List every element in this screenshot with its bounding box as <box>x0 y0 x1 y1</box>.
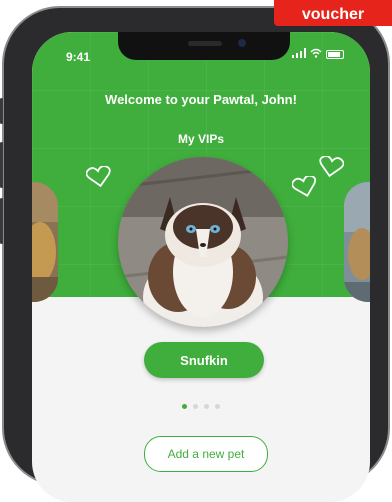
phone-frame: 9:41 Welcome to your Pawtal, John! My VI… <box>0 6 390 502</box>
next-pet-photo[interactable] <box>344 182 370 302</box>
page-dot[interactable] <box>215 404 220 409</box>
heart-outline-icon <box>318 155 345 183</box>
mute-switch <box>0 98 3 124</box>
notch <box>118 32 290 60</box>
pet-name-button[interactable]: Snufkin <box>144 342 264 378</box>
prev-pet-photo[interactable] <box>32 182 58 302</box>
pagination-dots <box>32 404 370 409</box>
signal-icon <box>292 48 306 61</box>
app-screen: 9:41 Welcome to your Pawtal, John! My VI… <box>32 32 370 502</box>
page-dot[interactable] <box>193 404 198 409</box>
volume-down-button <box>0 198 3 244</box>
page-dot[interactable] <box>204 404 209 409</box>
welcome-title: Welcome to your Pawtal, John! <box>105 92 297 107</box>
front-camera <box>238 39 246 47</box>
battery-icon <box>326 50 344 59</box>
status-icons <box>292 48 344 61</box>
status-time: 9:41 <box>66 50 91 64</box>
section-title: My VIPs <box>177 132 225 146</box>
add-pet-button[interactable]: Add a new pet <box>144 436 268 472</box>
volume-up-button <box>0 142 3 188</box>
heart-outline-icon <box>291 174 318 203</box>
page-dot-active[interactable] <box>182 404 187 409</box>
voucher-banner[interactable]: voucher <box>274 0 392 26</box>
wifi-icon <box>310 48 322 61</box>
pet-photo[interactable] <box>118 157 288 327</box>
heart-outline-icon <box>85 165 112 193</box>
speaker <box>188 41 222 46</box>
